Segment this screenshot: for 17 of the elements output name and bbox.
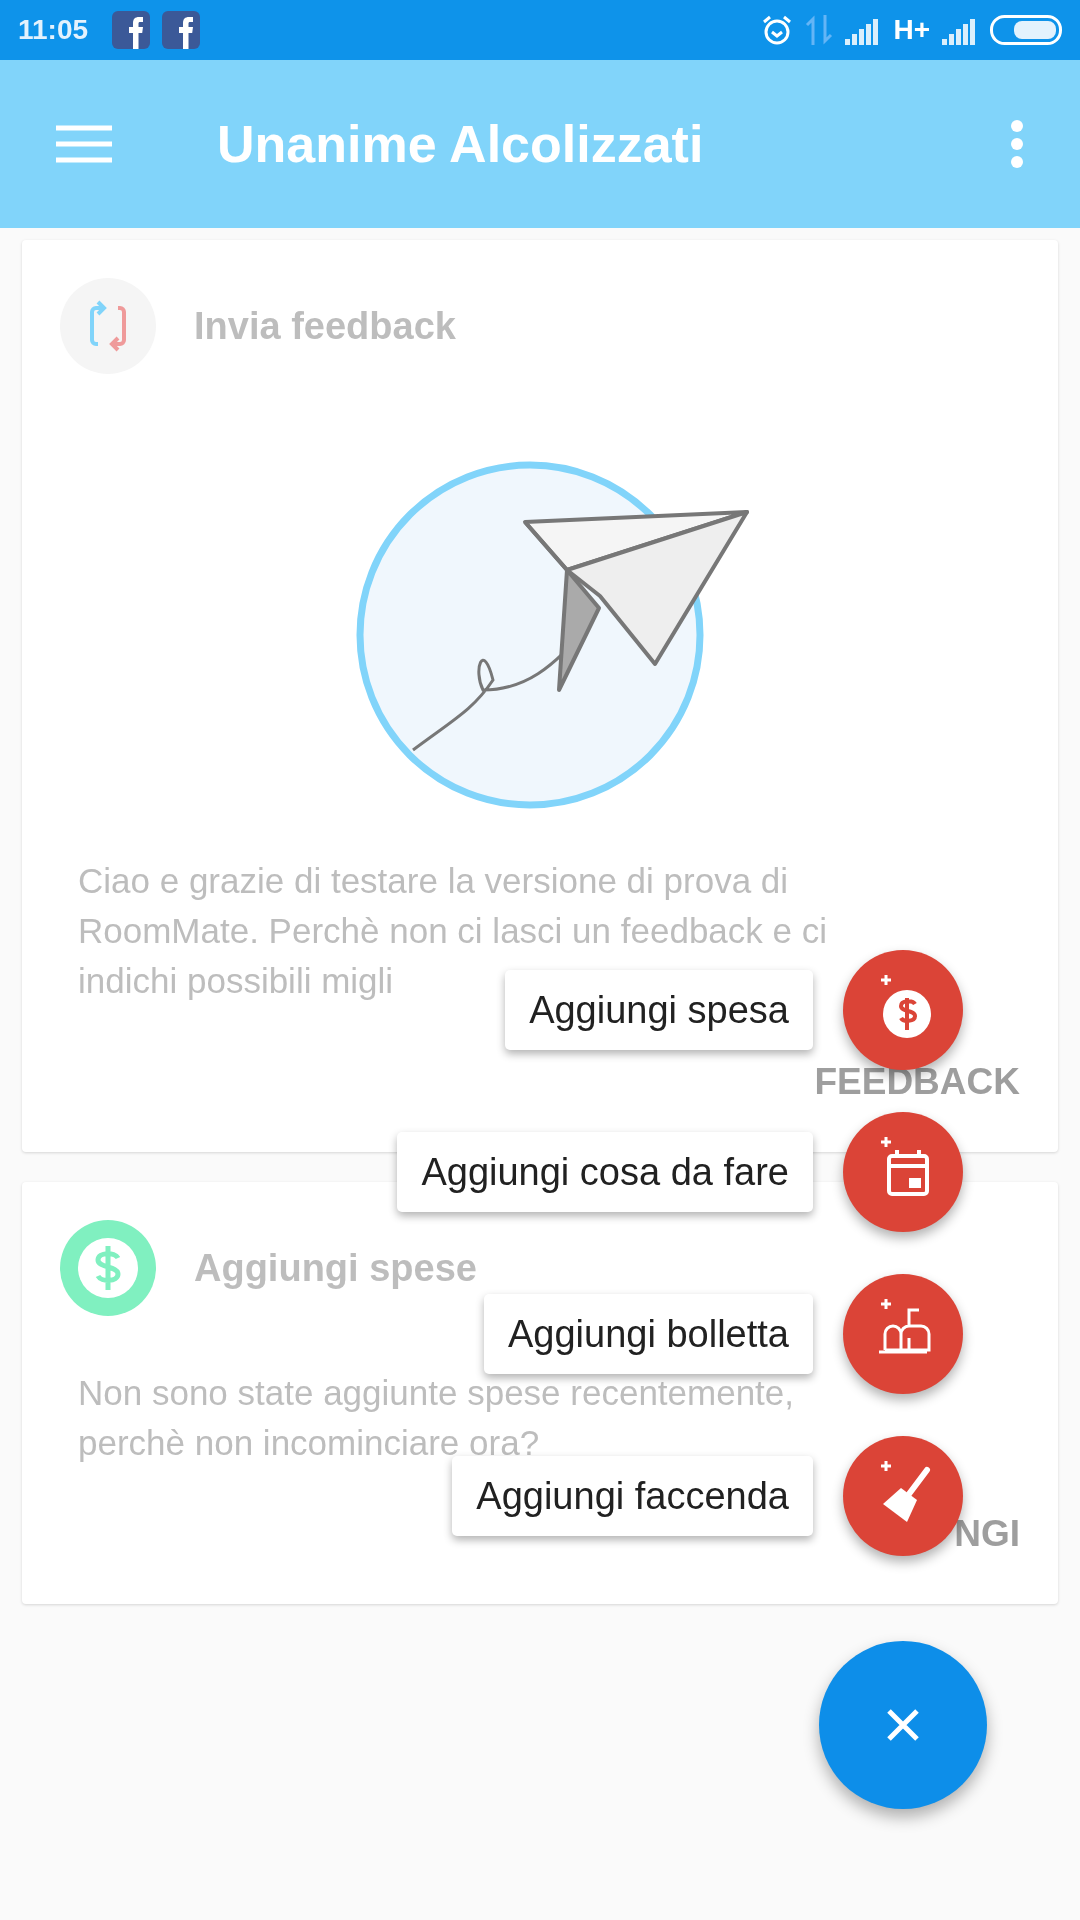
- data-arrows-icon: [805, 15, 834, 45]
- status-time: 11:05: [18, 13, 89, 47]
- close-icon: [886, 1708, 920, 1742]
- network-type: H+: [893, 13, 930, 47]
- battery-icon: [990, 15, 1062, 45]
- card-title: Aggiungi spese: [194, 1245, 477, 1291]
- fab-button[interactable]: [819, 1641, 987, 1809]
- app-title: Unanime Alcolizzati: [217, 114, 704, 175]
- card-title: Invia feedback: [194, 303, 456, 349]
- facebook-icon: [162, 11, 201, 49]
- dollar-icon: [60, 1220, 156, 1316]
- sync-icon: [60, 278, 156, 374]
- fab-label-tooltip[interactable]: Aggiungi bolletta: [484, 1294, 813, 1374]
- fab-label-tooltip[interactable]: Aggiungi cosa da fare: [397, 1132, 813, 1212]
- alarm-icon: [761, 14, 794, 46]
- fab-label-tooltip[interactable]: Aggiungi faccenda: [452, 1456, 813, 1536]
- facebook-icon: [112, 11, 151, 49]
